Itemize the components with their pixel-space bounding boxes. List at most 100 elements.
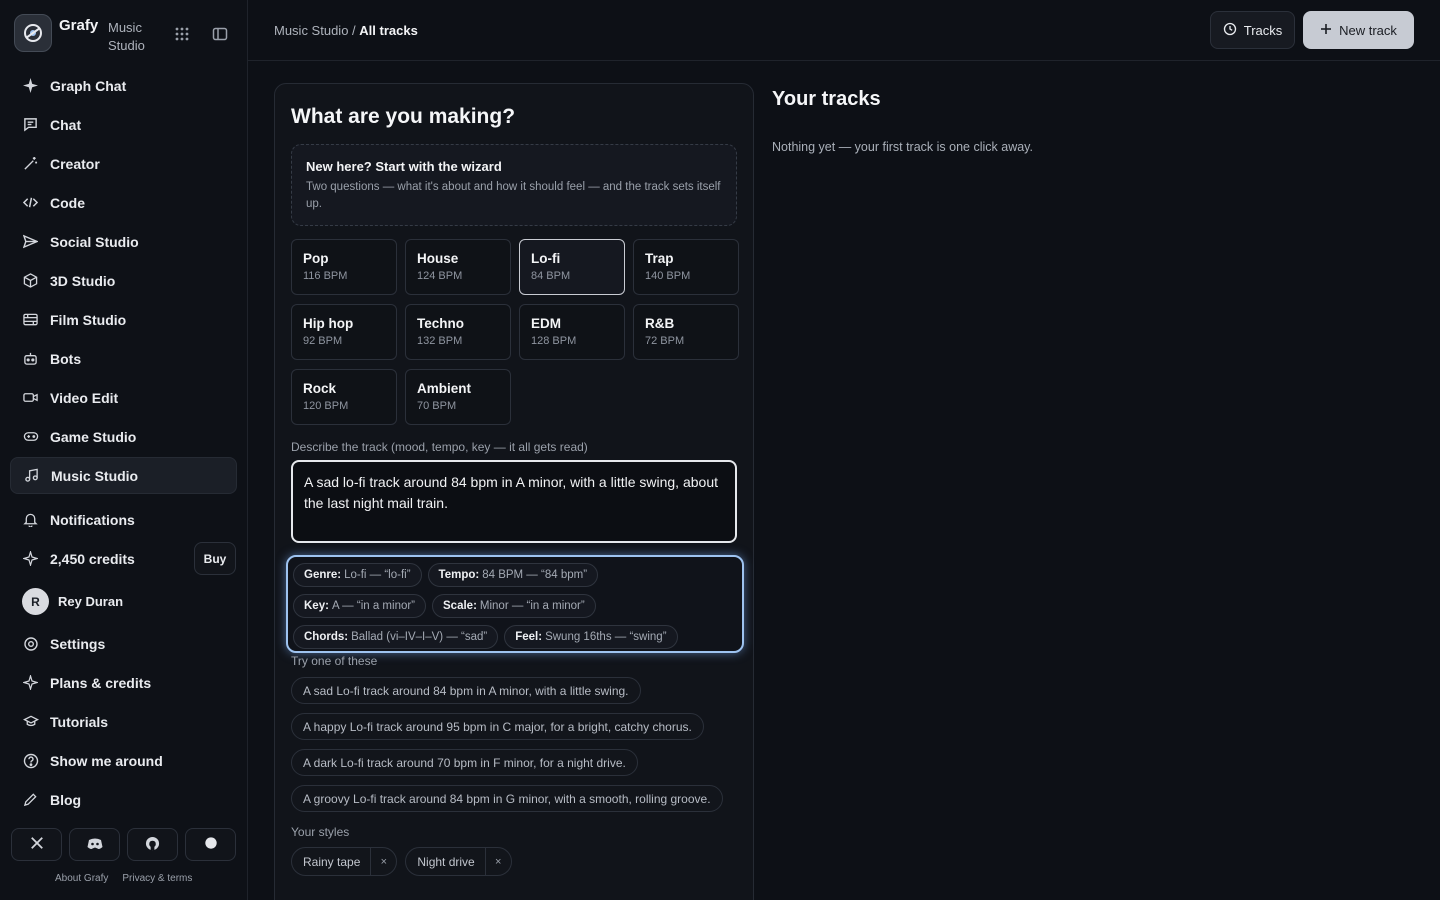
suggestion-chip[interactable]: A sad Lo-fi track around 84 bpm in A min… bbox=[291, 677, 641, 704]
genre-option[interactable]: Trap 140 BPM bbox=[633, 239, 739, 295]
nav-video-edit[interactable]: Video Edit bbox=[10, 379, 237, 416]
detected-tag[interactable]: Key: A — “in a minor” bbox=[293, 594, 427, 618]
buy-credits-button[interactable]: Buy bbox=[194, 542, 236, 575]
suggestion-chip[interactable]: A happy Lo-fi track around 95 bpm in C m… bbox=[291, 713, 704, 740]
cube-icon bbox=[22, 272, 39, 289]
genre-option[interactable]: Techno 132 BPM bbox=[405, 304, 511, 360]
genre-name: Trap bbox=[645, 251, 674, 266]
music-icon bbox=[23, 467, 40, 484]
style-chip: Night drive × bbox=[405, 847, 512, 876]
community-link-button[interactable] bbox=[185, 828, 236, 861]
breadcrumb-separator: / bbox=[352, 23, 356, 38]
history-icon bbox=[1223, 22, 1237, 39]
nav-label: Notifications bbox=[50, 511, 135, 528]
x-logo-icon bbox=[30, 836, 44, 853]
suggestion-chip[interactable]: A dark Lo-fi track around 70 bpm in F mi… bbox=[291, 749, 638, 776]
sidebar-toggle-icon[interactable] bbox=[212, 26, 228, 45]
detected-tag[interactable]: Scale: Minor — “in a minor” bbox=[432, 594, 596, 618]
brand[interactable]: Grafy Music Studio bbox=[14, 14, 145, 53]
nav-creator[interactable]: Creator bbox=[10, 145, 237, 182]
breadcrumb-parent[interactable]: Music Studio bbox=[274, 23, 348, 38]
genre-option[interactable]: Rock 120 BPM bbox=[291, 369, 397, 425]
styles-label: Your styles bbox=[291, 825, 350, 839]
nav-3d-studio[interactable]: 3D Studio bbox=[10, 262, 237, 299]
top-bar: Music Studio / All tracks Tracks New tra… bbox=[248, 0, 1440, 61]
credits-label: 2,450 credits bbox=[50, 550, 135, 567]
avatar: R bbox=[22, 588, 49, 615]
detected-tag[interactable]: Tempo: 84 BPM — “84 bpm” bbox=[427, 563, 599, 587]
genre-bpm: 120 BPM bbox=[303, 400, 349, 412]
nav-label: Social Studio bbox=[50, 233, 139, 250]
genre-bpm: 92 BPM bbox=[303, 335, 343, 347]
nav-chat[interactable]: Chat bbox=[10, 106, 237, 143]
x-link-button[interactable] bbox=[11, 828, 62, 861]
logo-icon bbox=[14, 14, 52, 52]
remove-style-button[interactable]: × bbox=[484, 848, 511, 875]
detected-attributes: Genre: Lo-fi — “lo-fi” Tempo: 84 BPM — “84… bbox=[286, 555, 744, 653]
tag-key: Tempo: bbox=[438, 569, 480, 581]
wizard-description: Two questions — what it's about and how … bbox=[306, 181, 721, 210]
breadcrumb-current: All tracks bbox=[359, 23, 418, 38]
nav-notifications[interactable]: Notifications bbox=[10, 501, 237, 538]
track-description-input[interactable]: A sad lo-fi track around 84 bpm in A min… bbox=[291, 460, 737, 543]
genre-option[interactable]: EDM 128 BPM bbox=[519, 304, 625, 360]
nav-label: Settings bbox=[50, 635, 106, 652]
genre-option[interactable]: Hip hop 92 BPM bbox=[291, 304, 397, 360]
apps-grid-icon[interactable] bbox=[174, 26, 190, 45]
nav-bots[interactable]: Bots bbox=[10, 340, 237, 377]
style-name[interactable]: Rainy tape bbox=[292, 855, 370, 869]
suggestion-chip[interactable]: A groovy Lo-fi track around 84 bpm in G … bbox=[291, 785, 723, 812]
genre-bpm: 132 BPM bbox=[417, 335, 463, 347]
nav-label: Music Studio bbox=[51, 467, 139, 484]
tag-value: A — “in a minor” bbox=[331, 600, 416, 612]
nav-label: 3D Studio bbox=[50, 272, 116, 289]
genre-name: Pop bbox=[303, 251, 329, 266]
discord-link-button[interactable] bbox=[69, 828, 120, 861]
genre-option[interactable]: Ambient 70 BPM bbox=[405, 369, 511, 425]
style-name[interactable]: Night drive bbox=[406, 855, 484, 869]
new-track-button[interactable]: New track bbox=[1303, 11, 1414, 49]
genre-option[interactable]: R&B 72 BPM bbox=[633, 304, 739, 360]
nav-label: Graph Chat bbox=[50, 77, 127, 94]
nav-social-studio[interactable]: Social Studio bbox=[10, 223, 237, 260]
nav-film-studio[interactable]: Film Studio bbox=[10, 301, 237, 338]
privacy-link[interactable]: Privacy & terms bbox=[122, 873, 192, 884]
nav-settings[interactable]: Settings bbox=[10, 625, 237, 662]
nav-label: Video Edit bbox=[50, 389, 119, 406]
nav-game-studio[interactable]: Game Studio bbox=[10, 418, 237, 455]
remove-style-button[interactable]: × bbox=[370, 848, 396, 875]
genre-bpm: 70 BPM bbox=[417, 400, 457, 412]
genre-bpm: 124 BPM bbox=[417, 270, 463, 282]
wizard-banner[interactable]: New here? Start with the wizard Two ques… bbox=[291, 144, 737, 226]
nav-graph-chat[interactable]: Graph Chat bbox=[10, 67, 237, 104]
tracks-title: Your tracks bbox=[772, 88, 881, 110]
user-profile[interactable]: R Rey Duran bbox=[22, 588, 123, 615]
about-link[interactable]: About Grafy bbox=[55, 873, 108, 884]
brand-name: Grafy bbox=[59, 17, 99, 34]
nav-music-studio[interactable]: Music Studio bbox=[10, 457, 237, 494]
nav-plans[interactable]: Plans & credits bbox=[10, 664, 237, 701]
describe-label: Describe the track (mood, tempo, key — i… bbox=[291, 440, 588, 454]
nav-label: Film Studio bbox=[50, 311, 127, 328]
genre-option[interactable]: House 124 BPM bbox=[405, 239, 511, 295]
detected-tag[interactable]: Genre: Lo-fi — “lo-fi” bbox=[293, 563, 422, 587]
nav-show-me-around[interactable]: Show me around bbox=[10, 742, 237, 779]
tracks-button[interactable]: Tracks bbox=[1210, 11, 1295, 49]
genre-option[interactable]: Pop 116 BPM bbox=[291, 239, 397, 295]
detected-tag[interactable]: Chords: Ballad (vi–IV–I–V) — “sad” bbox=[293, 625, 499, 649]
style-chip: Rainy tape × bbox=[291, 847, 398, 876]
nav-code[interactable]: Code bbox=[10, 184, 237, 221]
new-track-label: New track bbox=[1339, 22, 1397, 38]
genre-name: R&B bbox=[645, 316, 675, 331]
genre-name: House bbox=[417, 251, 459, 266]
wizard-title: New here? Start with the wizard bbox=[306, 159, 502, 174]
tag-key: Genre: bbox=[304, 569, 342, 581]
detected-tag[interactable]: Feel: Swung 16ths — “swing” bbox=[504, 625, 678, 649]
github-link-button[interactable] bbox=[127, 828, 178, 861]
nav-tutorials[interactable]: Tutorials bbox=[10, 703, 237, 740]
nav-label: Tutorials bbox=[50, 713, 109, 730]
help-circle-icon bbox=[22, 752, 39, 769]
genre-name: Rock bbox=[303, 381, 337, 396]
genre-option-selected[interactable]: Lo-fi 84 BPM bbox=[519, 239, 625, 295]
nav-blog[interactable]: Blog bbox=[10, 781, 237, 818]
